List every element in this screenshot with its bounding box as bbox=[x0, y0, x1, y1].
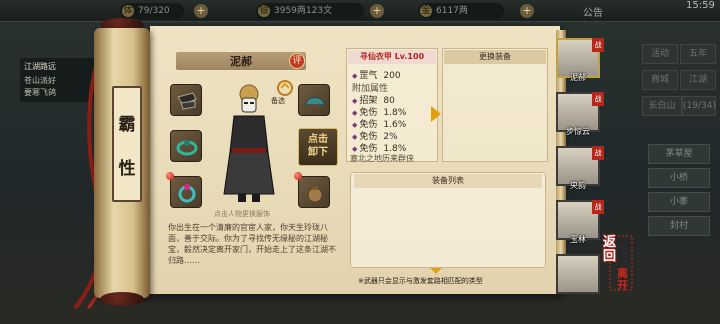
gauntlet-icon bbox=[177, 92, 197, 110]
diamond-icon: ◆ bbox=[352, 121, 358, 129]
battle-badge: 战 bbox=[592, 38, 604, 52]
helmet-icon bbox=[305, 97, 325, 108]
quest-item[interactable]: 苍山派好 bbox=[24, 75, 56, 86]
stamina-value: 79/320 bbox=[138, 6, 170, 16]
battle-badge: 战 bbox=[592, 200, 604, 214]
equip-slot-amulet[interactable] bbox=[294, 172, 330, 208]
item-base-stat: ◆ 罡气 200 bbox=[352, 71, 401, 81]
review-badge[interactable]: 评 bbox=[289, 53, 305, 69]
gold-icon: 金 bbox=[420, 5, 432, 17]
party-portrait-5[interactable] bbox=[556, 254, 600, 294]
back-label[interactable]: 返回 bbox=[603, 236, 617, 264]
silver-icon: 银 bbox=[258, 5, 270, 17]
add-silver-button[interactable]: + bbox=[370, 4, 384, 18]
pouch-icon bbox=[307, 187, 323, 203]
scroll-cap-bottom bbox=[100, 292, 144, 306]
clock: 15:59 bbox=[686, 0, 715, 11]
gem-indicator bbox=[166, 172, 174, 180]
avatar-hint: 点击人物更换服饰 bbox=[214, 210, 270, 218]
quest-item[interactable]: 要寒飞鸽 bbox=[24, 87, 56, 98]
item-title: 寻仙衣甲 Lv.100 bbox=[348, 50, 436, 64]
diamond-icon: ◆ bbox=[352, 97, 358, 105]
menu-shop[interactable]: 商城 bbox=[642, 70, 678, 90]
title-char: 霸 bbox=[118, 115, 136, 135]
silver-value: 3959两123文 bbox=[274, 6, 333, 16]
add-gold-button[interactable]: + bbox=[520, 4, 534, 18]
party-name: 泥郝 bbox=[570, 73, 586, 82]
location-item[interactable]: 茅草屋 bbox=[648, 144, 710, 164]
character-name: 泥郝 bbox=[230, 55, 252, 68]
ring-icon bbox=[178, 184, 196, 203]
location-progress: (19/34) bbox=[682, 96, 716, 116]
quest-item[interactable]: 江湖路远 bbox=[24, 61, 56, 72]
bracelet-icon bbox=[176, 140, 198, 156]
character-title-plaque: 霸 性 bbox=[112, 86, 142, 202]
announcement-button[interactable]: 公告 bbox=[583, 4, 603, 19]
chevron-down-icon[interactable] bbox=[430, 268, 442, 274]
arrow-right-icon bbox=[431, 106, 441, 122]
equip-slot-bracelet[interactable] bbox=[170, 130, 202, 162]
silver-stat: 银 3959两123文 bbox=[256, 3, 364, 19]
location-item[interactable]: 封村 bbox=[648, 216, 710, 236]
diamond-icon: ◆ bbox=[352, 109, 358, 117]
party-name: 央韵 bbox=[570, 181, 586, 190]
battle-badge: 战 bbox=[592, 146, 604, 160]
menu-five-years[interactable]: 五年 bbox=[680, 44, 716, 64]
leave-label[interactable]: 离开 bbox=[617, 268, 631, 292]
title-char: 性 bbox=[118, 159, 136, 179]
equip-slot-weapon[interactable] bbox=[170, 84, 202, 116]
diamond-icon: ◆ bbox=[352, 72, 358, 80]
gold-stat: 金 6117两 bbox=[418, 3, 504, 19]
unequip-label: 点击 卸下 bbox=[308, 134, 328, 158]
menu-jianghu[interactable]: 江湖 bbox=[680, 70, 716, 90]
equipment-list-title: 装备列表 bbox=[354, 174, 542, 188]
diamond-icon: ◆ bbox=[352, 133, 358, 141]
location-item[interactable]: 小桥 bbox=[648, 168, 710, 188]
gold-value: 6117两 bbox=[436, 6, 468, 16]
diamond-icon: ◆ bbox=[352, 145, 358, 153]
equip-slot-ring[interactable] bbox=[166, 172, 202, 208]
add-stamina-button[interactable]: + bbox=[194, 4, 208, 18]
equipment-list-note: ※武器只会显示与激发套路相匹配的类型 bbox=[358, 277, 483, 285]
replace-equipment-title: 更换装备 bbox=[444, 50, 546, 64]
party-name: 玉林 bbox=[570, 235, 586, 244]
character-avatar[interactable] bbox=[218, 82, 280, 204]
replace-equipment-panel[interactable] bbox=[442, 48, 548, 162]
gem-indicator bbox=[294, 172, 302, 180]
menu-location[interactable]: 长白山 bbox=[642, 96, 682, 116]
character-bio: 你出生在一个清廉的官宦人家，你天生玲珑八面，善于交际。你为了寻找传无缘秘的江湖秘… bbox=[168, 223, 336, 265]
location-item[interactable]: 小寨 bbox=[648, 192, 710, 212]
item-set-name: 塞北之地历来群侠 bbox=[350, 154, 414, 163]
party-name: 步惊云 bbox=[566, 127, 590, 136]
menu-activity[interactable]: 活动 bbox=[642, 44, 678, 64]
equip-slot-helmet[interactable] bbox=[298, 84, 330, 116]
battle-badge: 战 bbox=[592, 92, 604, 106]
